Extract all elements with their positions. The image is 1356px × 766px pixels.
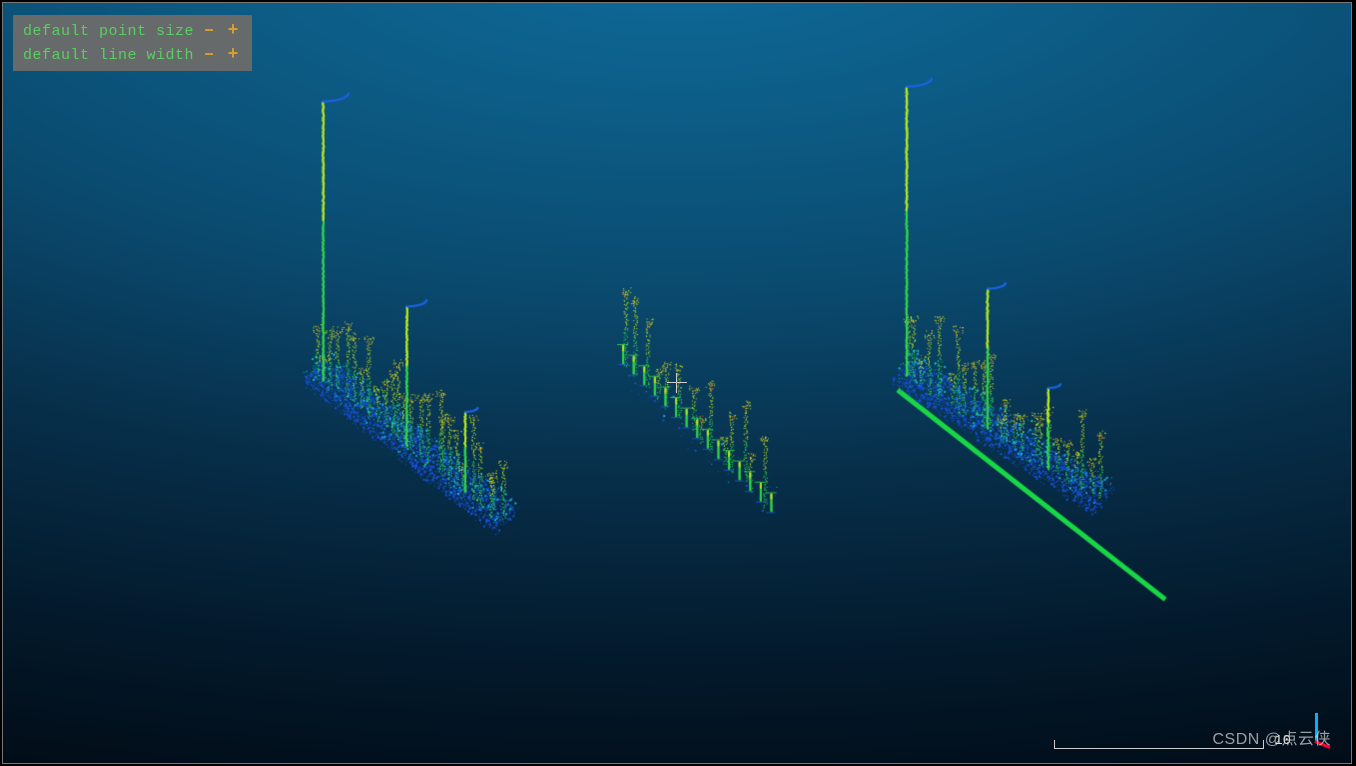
line-width-label: default line width	[23, 47, 194, 64]
scene-canvas[interactable]	[3, 3, 1351, 763]
axis-gizmo-icon	[1301, 711, 1331, 751]
point-size-label: default point size	[23, 23, 194, 40]
display-controls-panel: default point size – + default line widt…	[13, 15, 252, 71]
scale-value: 10	[1274, 733, 1291, 749]
line-width-decrease-button[interactable]: –	[200, 46, 218, 64]
scale-bar: 10	[1054, 733, 1291, 749]
point-cloud-viewer[interactable]: default point size – + default line widt…	[2, 2, 1352, 764]
point-size-increase-button[interactable]: +	[224, 22, 242, 40]
point-size-decrease-button[interactable]: –	[200, 22, 218, 40]
line-width-increase-button[interactable]: +	[224, 46, 242, 64]
line-width-row: default line width – +	[19, 43, 246, 67]
scale-line-icon	[1054, 740, 1264, 749]
point-size-row: default point size – +	[19, 19, 246, 43]
